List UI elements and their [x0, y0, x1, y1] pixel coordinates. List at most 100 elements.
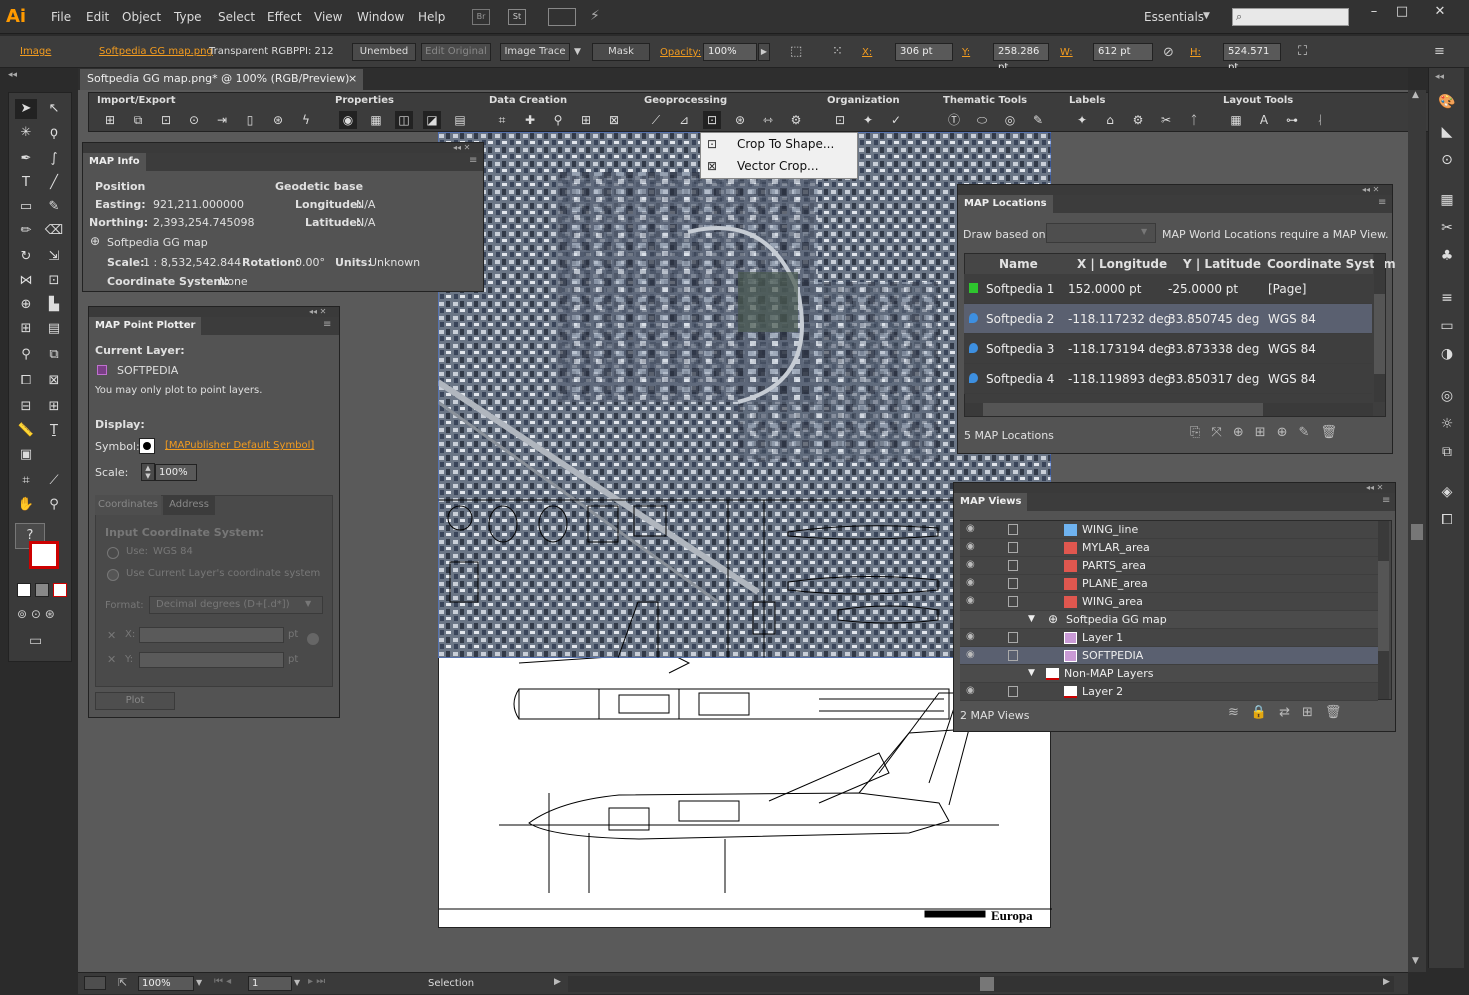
lasso-tool-icon[interactable]: ϙ: [43, 123, 65, 143]
location-row[interactable]: Softpedia 2 -118.117232 deg 33.850745 deg W…: [964, 304, 1372, 334]
expand-chevron-icon[interactable]: ▼: [1028, 668, 1035, 678]
buffer-icon[interactable]: ⊛: [731, 111, 749, 129]
slice-tool-icon[interactable]: ⟋: [43, 471, 65, 491]
symbol-name-link[interactable]: [MAPublisher Default Symbol]: [165, 440, 314, 451]
export-icon[interactable]: ⧉: [129, 111, 147, 129]
layers-icon[interactable]: ◈: [1437, 482, 1457, 502]
map-tool-d-icon[interactable]: ⊞: [43, 397, 65, 417]
color-guide-icon[interactable]: ◣: [1437, 122, 1457, 142]
quick-export-icon[interactable]: ϟ: [297, 111, 315, 129]
unembed-button[interactable]: Unembed: [352, 43, 416, 61]
help-search-input[interactable]: ⌕: [1232, 8, 1349, 26]
map-views-collapse-icon[interactable]: ◂◂ ✕: [1366, 483, 1383, 492]
scale-stepper[interactable]: ▲ ▼: [141, 463, 155, 481]
free-transform-tool-icon[interactable]: ⊡: [43, 271, 65, 291]
links-icon[interactable]: ⧉: [1437, 442, 1457, 462]
delete-location-icon[interactable]: 🗑: [1320, 425, 1348, 440]
map-locations-menu-icon[interactable]: ≡: [1378, 197, 1386, 208]
locations-vscroll[interactable]: [1374, 254, 1385, 402]
mask-button[interactable]: Mask: [592, 43, 650, 61]
point-plotter-collapse-icon[interactable]: ◂◂ ✕: [309, 307, 326, 316]
format-select[interactable]: Decimal degrees (D+[.d*]): [149, 596, 323, 614]
map-views-prop-icon[interactable]: ◉: [339, 111, 357, 129]
coordinates-tab[interactable]: Coordinates: [95, 495, 161, 515]
minimize-icon[interactable]: –: [1364, 4, 1384, 20]
stroke-icon[interactable]: ≡: [1437, 288, 1457, 308]
map-tool-c-icon[interactable]: ⊟: [15, 397, 37, 417]
height-input[interactable]: 524.571 pt: [1223, 43, 1281, 73]
map-view-row[interactable]: ◉ PLANE_area: [960, 575, 1378, 593]
plot-button[interactable]: Plot: [95, 692, 175, 710]
geo-settings-icon[interactable]: ⚙: [787, 111, 805, 129]
legend-icon[interactable]: ▤: [451, 111, 469, 129]
join-icon[interactable]: ⊿: [675, 111, 693, 129]
share-icon[interactable]: ⇱: [118, 976, 127, 989]
menu-window[interactable]: Window: [357, 10, 404, 24]
zoom-tool-icon[interactable]: ⚲: [43, 495, 65, 515]
lock-toggle-icon[interactable]: [1008, 686, 1018, 697]
geocode-icon[interactable]: ⊠: [605, 111, 623, 129]
lock-toggle-icon[interactable]: [1008, 596, 1018, 607]
menu-type[interactable]: Type: [174, 10, 202, 24]
document-tab[interactable]: Softpedia GG map.png* @ 100% (RGB/Previe…: [80, 69, 363, 90]
x-input[interactable]: 306 pt: [895, 43, 953, 61]
export-pdf-icon[interactable]: ▯: [241, 111, 259, 129]
map-views-tab[interactable]: MAP Views: [954, 493, 1028, 511]
label-settings-icon[interactable]: ⚙: [1129, 111, 1147, 129]
line-tool-icon[interactable]: ╱: [43, 173, 65, 193]
paintbrush-tool-icon[interactable]: ✎: [43, 197, 65, 217]
thematic-edit-icon[interactable]: ✎: [1029, 111, 1047, 129]
bridge-button[interactable]: Br: [472, 9, 490, 25]
hscroll-thumb[interactable]: [980, 977, 994, 991]
zoom-level-select[interactable]: 100%: [138, 976, 194, 991]
lock-toggle-icon[interactable]: [1008, 524, 1018, 535]
pen-tool-icon[interactable]: ✒: [15, 149, 37, 169]
col-name[interactable]: Name: [999, 257, 1038, 271]
map-view-row[interactable]: ◉ MYLAR_area: [960, 539, 1378, 557]
image-georef-icon[interactable]: ⊙: [185, 111, 203, 129]
mesh-tool-icon[interactable]: ⊞: [15, 319, 37, 339]
next-artboard-icon[interactable]: ▸ ⏭: [308, 976, 325, 987]
hand-tool-icon[interactable]: ✋: [15, 495, 37, 515]
visibility-eye-icon[interactable]: ◉: [966, 577, 978, 589]
color-palette-icon[interactable]: 🎨: [1437, 92, 1457, 112]
theme-icon[interactable]: ✓: [887, 111, 905, 129]
graph-tool-icon[interactable]: ▙: [43, 295, 65, 315]
visibility-eye-icon[interactable]: ◉: [966, 595, 978, 607]
layer-props-icon[interactable]: ◫: [395, 111, 413, 129]
direct-selection-tool-icon[interactable]: ↖: [43, 99, 65, 119]
magic-wand-tool-icon[interactable]: ✳: [15, 123, 37, 143]
panel-menu-icon[interactable]: ≡: [1434, 44, 1445, 59]
data-table-icon[interactable]: ⊞: [577, 111, 595, 129]
collapse-panel-icon[interactable]: ◂◂ ✕: [453, 143, 470, 152]
vector-crop-item[interactable]: Vector Crop...: [737, 159, 819, 173]
swap-view-icon[interactable]: ⇄: [1279, 705, 1302, 720]
image-trace-button[interactable]: Image Trace: [500, 43, 570, 61]
color-mode-icon[interactable]: [17, 583, 31, 597]
drawing-modes-icon[interactable]: ⊚ ⊙ ⊛: [17, 607, 55, 621]
lock-toggle-icon[interactable]: [1008, 632, 1018, 643]
map-view-row[interactable]: ◉ WING_line: [960, 521, 1378, 539]
stroke-swatch-icon[interactable]: [29, 541, 59, 569]
constrain-proportions-icon[interactable]: ⊘: [1163, 45, 1174, 60]
locations-icon[interactable]: ⚲: [549, 111, 567, 129]
scale-bar-icon[interactable]: ⊶: [1283, 111, 1301, 129]
delete-view-icon[interactable]: 🗑: [1325, 705, 1354, 720]
scroll-up-icon[interactable]: ▲: [1412, 90, 1419, 100]
stylesheet-icon[interactable]: ✦: [859, 111, 877, 129]
menu-select[interactable]: Select: [218, 10, 255, 24]
plot-location-icon[interactable]: ⊕: [1277, 425, 1299, 440]
lock-toggle-icon[interactable]: [1008, 560, 1018, 571]
brushes-icon[interactable]: ✂: [1437, 218, 1457, 238]
map-info-icon[interactable]: ⊙: [1437, 150, 1457, 170]
menu-edit[interactable]: Edit: [86, 10, 109, 24]
opacity-input[interactable]: 100%: [703, 43, 757, 61]
lock-toggle-icon[interactable]: [1008, 650, 1018, 661]
map-image-tool-icon[interactable]: ▣: [15, 445, 37, 465]
canvas-hscroll[interactable]: ▶: [568, 976, 1394, 992]
label-feature-icon[interactable]: ✦: [1073, 111, 1091, 129]
type-tool-icon[interactable]: T: [15, 173, 37, 193]
new-view-icon[interactable]: ⊞: [1302, 705, 1325, 720]
map-info-tab[interactable]: MAP Info: [83, 153, 146, 171]
selection-tool-icon[interactable]: ➤: [15, 99, 37, 119]
